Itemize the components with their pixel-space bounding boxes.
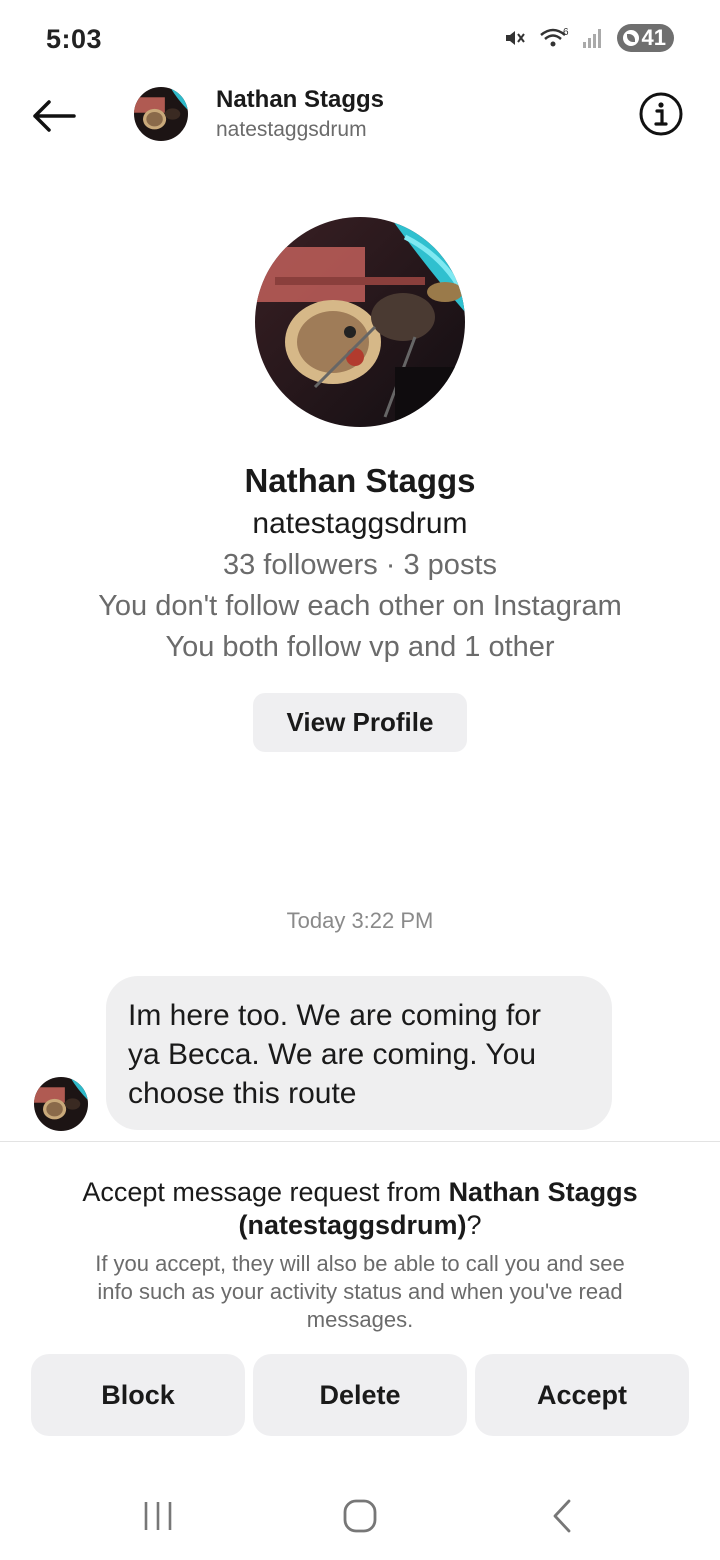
drum-kit-photo — [255, 217, 465, 427]
request-title-name: Nathan Staggs — [448, 1177, 638, 1207]
profile-stats: 33 followers · 3 posts — [222, 549, 497, 581]
mute-icon — [503, 26, 527, 50]
message-bubble[interactable]: Im here too. We are coming for ya Becca.… — [106, 976, 612, 1130]
status-icons: 6 41 — [503, 24, 674, 52]
info-button[interactable] — [638, 91, 684, 137]
profile-avatar[interactable] — [255, 217, 465, 427]
avatar-photo — [34, 1077, 88, 1131]
wifi-icon: 6 — [539, 26, 569, 50]
request-title-suffix: ? — [466, 1210, 482, 1240]
request-description-line: info such as your activity status and wh… — [97, 1279, 623, 1304]
profile-username: natestaggsdrum — [252, 507, 468, 540]
mutual-followers: You both follow vp and 1 other — [165, 631, 555, 663]
back-icon — [553, 1499, 571, 1533]
message-line: choose this route — [128, 1077, 357, 1110]
recents-button[interactable] — [128, 1494, 188, 1538]
block-button[interactable]: Block — [31, 1354, 245, 1436]
view-profile-button[interactable]: View Profile — [253, 693, 467, 752]
battery-icon: 41 — [616, 24, 674, 52]
avatar-photo — [134, 87, 188, 141]
back-arrow-icon — [33, 100, 76, 132]
status-bar: 5:03 6 41 — [0, 0, 720, 80]
request-description-line: messages. — [306, 1307, 414, 1332]
home-button[interactable] — [330, 1494, 390, 1538]
follow-status: You don't follow each other on Instagram — [98, 590, 622, 622]
delete-button[interactable]: Delete — [253, 1354, 467, 1436]
request-description-line: If you accept, they will also be able to… — [95, 1251, 625, 1276]
battery-level: 41 — [641, 25, 666, 50]
message-line: Im here too. We are coming for — [128, 999, 541, 1032]
info-icon — [639, 92, 683, 136]
system-nav-bar — [0, 1480, 720, 1560]
request-title-prefix: Accept message request from — [82, 1177, 449, 1207]
recents-icon — [144, 1502, 172, 1530]
status-time: 5:03 — [46, 24, 103, 54]
home-icon — [343, 1499, 377, 1533]
chat-header: Nathan Staggs natestaggsdrum — [0, 80, 720, 150]
divider — [0, 1141, 720, 1142]
message-line: ya Becca. We are coming. You — [128, 1038, 537, 1071]
request-title-username: (natestaggsdrum) — [238, 1210, 467, 1240]
profile-name: Nathan Staggs — [244, 462, 476, 499]
svg-text:6: 6 — [563, 27, 569, 38]
back-button[interactable] — [28, 94, 78, 138]
message-timestamp: Today 3:22 PM — [286, 908, 434, 933]
request-title: Accept message request from Nathan Stagg… — [40, 1176, 680, 1242]
accept-button[interactable]: Accept — [475, 1354, 689, 1436]
message-sender-avatar[interactable] — [34, 1077, 88, 1131]
nav-back-button[interactable] — [532, 1494, 592, 1538]
header-username[interactable]: natestaggsdrum — [216, 118, 367, 142]
request-description: If you accept, they will also be able to… — [40, 1250, 680, 1334]
header-name[interactable]: Nathan Staggs — [216, 86, 384, 114]
battery-saver-icon — [622, 30, 639, 46]
signal-icon — [581, 26, 605, 50]
header-avatar[interactable] — [134, 87, 188, 141]
